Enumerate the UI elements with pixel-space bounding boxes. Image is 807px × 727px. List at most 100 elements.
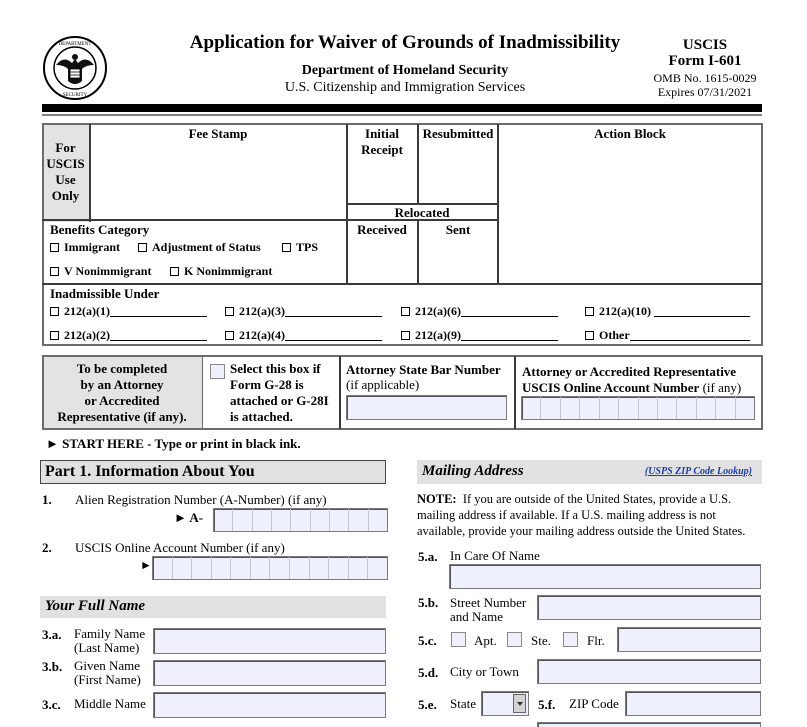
write-in-line[interactable] [653, 306, 750, 317]
received-label: Received [357, 222, 407, 237]
ste-checkbox[interactable] [507, 632, 522, 647]
character-cell[interactable] [311, 509, 330, 531]
given-name-label: Given Name (First Name) [74, 659, 141, 687]
inadmissible-option[interactable]: Other [585, 328, 750, 343]
fee-stamp-label: Fee Stamp [188, 126, 248, 141]
character-cell[interactable] [716, 397, 736, 419]
inadmissible-option[interactable]: 212(a)(4) [225, 328, 382, 343]
inadmissible-option[interactable]: 212(a)(2) [50, 328, 207, 343]
benefit-option-adjustment[interactable]: Adjustment of Status [138, 240, 261, 255]
character-cell[interactable] [233, 509, 253, 531]
family-name-input[interactable] [153, 628, 386, 654]
character-cell[interactable] [522, 397, 542, 419]
bar-number-input[interactable] [346, 395, 507, 420]
benefit-option-k-nonimmigrant[interactable]: K Nonimmigrant [170, 264, 272, 279]
uscis-account-input[interactable] [152, 556, 388, 580]
benefit-option-immigrant[interactable]: Immigrant [50, 240, 120, 255]
character-cell[interactable] [677, 397, 697, 419]
write-in-line[interactable] [284, 330, 382, 341]
checkbox-icon[interactable] [50, 243, 59, 252]
character-cell[interactable] [330, 509, 350, 531]
in-care-of-input[interactable] [449, 564, 761, 589]
unit-number-input[interactable] [617, 627, 761, 652]
write-in-line[interactable] [460, 306, 558, 317]
inadmissible-under-title: Inadmissible Under [50, 286, 160, 301]
city-input[interactable] [537, 659, 761, 684]
agency-name: U.S. Citizenship and Immigration Service… [284, 80, 526, 95]
character-cell[interactable] [231, 557, 251, 579]
option-label: 212(a)(1) [64, 304, 110, 318]
arrow-icon: ► [140, 558, 152, 572]
character-cell[interactable] [369, 509, 387, 531]
inadmissible-option[interactable]: 212(a)(3) [225, 304, 382, 319]
character-cell[interactable] [736, 397, 754, 419]
character-cell[interactable] [290, 557, 310, 579]
checkbox-icon[interactable] [585, 307, 594, 316]
character-cell[interactable] [639, 397, 658, 419]
character-cell[interactable] [310, 557, 330, 579]
checkbox-icon[interactable] [585, 331, 594, 340]
checkbox-icon[interactable] [50, 331, 59, 340]
character-cell[interactable] [658, 397, 678, 419]
divider [202, 355, 203, 430]
apt-checkbox[interactable] [451, 632, 466, 647]
character-cell[interactable] [697, 397, 717, 419]
dropdown-button[interactable] [513, 694, 526, 713]
write-in-line[interactable] [109, 330, 207, 341]
street-input[interactable] [537, 595, 761, 620]
state-select[interactable] [481, 691, 529, 716]
character-cell[interactable] [192, 557, 212, 579]
write-in-line[interactable] [460, 330, 558, 341]
checkbox-icon[interactable] [50, 267, 59, 276]
flr-checkbox[interactable] [563, 632, 578, 647]
character-cell[interactable] [329, 557, 349, 579]
character-cell[interactable] [212, 557, 232, 579]
write-in-line[interactable] [284, 306, 382, 317]
character-cell[interactable] [541, 397, 561, 419]
benefit-option-v-nonimmigrant[interactable]: V Nonimmigrant [50, 264, 151, 279]
character-cell[interactable] [600, 397, 620, 419]
option-label: 212(a)(6) [415, 304, 461, 318]
character-cell[interactable] [368, 557, 387, 579]
bar-number-label: Attorney State Bar Number [346, 362, 501, 377]
character-cell[interactable] [580, 397, 600, 419]
character-cell[interactable] [291, 509, 311, 531]
inadmissible-option[interactable]: 212(a)(9) [401, 328, 558, 343]
g28-attached-checkbox[interactable] [210, 364, 225, 379]
checkbox-icon[interactable] [282, 243, 291, 252]
checkbox-icon[interactable] [138, 243, 147, 252]
character-cell[interactable] [272, 509, 292, 531]
character-cell[interactable] [153, 557, 173, 579]
write-in-line[interactable] [629, 330, 750, 341]
character-cell[interactable] [349, 557, 369, 579]
attorney-account-number-input[interactable] [521, 396, 755, 420]
checkbox-icon[interactable] [401, 331, 410, 340]
character-cell[interactable] [173, 557, 193, 579]
inadmissible-option[interactable]: 212(a)(6) [401, 304, 558, 319]
family-name-label: Family Name (Last Name) [74, 627, 145, 655]
benefit-option-tps[interactable]: TPS [282, 240, 318, 255]
checkbox-icon[interactable] [225, 307, 234, 316]
write-in-line[interactable] [109, 306, 207, 317]
usps-zip-lookup-link[interactable]: (USPS ZIP Code Lookup) [645, 466, 752, 477]
next-field-partial[interactable] [537, 722, 761, 727]
character-cell[interactable] [619, 397, 639, 419]
checkbox-icon[interactable] [225, 331, 234, 340]
checkbox-icon[interactable] [401, 307, 410, 316]
checkbox-icon[interactable] [50, 307, 59, 316]
checkbox-icon[interactable] [170, 267, 179, 276]
middle-name-input[interactable] [153, 692, 386, 718]
option-label: V Nonimmigrant [64, 264, 152, 278]
inadmissible-option[interactable]: 212(a)(10) [585, 304, 750, 319]
character-cell[interactable] [253, 509, 272, 531]
a-number-input[interactable] [213, 508, 388, 532]
zip-input[interactable] [625, 691, 761, 716]
character-cell[interactable] [561, 397, 581, 419]
character-cell[interactable] [349, 509, 369, 531]
character-cell[interactable] [251, 557, 271, 579]
question-number: 5.d. [418, 665, 439, 680]
character-cell[interactable] [214, 509, 234, 531]
character-cell[interactable] [270, 557, 291, 579]
inadmissible-option[interactable]: 212(a)(1) [50, 304, 207, 319]
given-name-input[interactable] [153, 660, 386, 686]
